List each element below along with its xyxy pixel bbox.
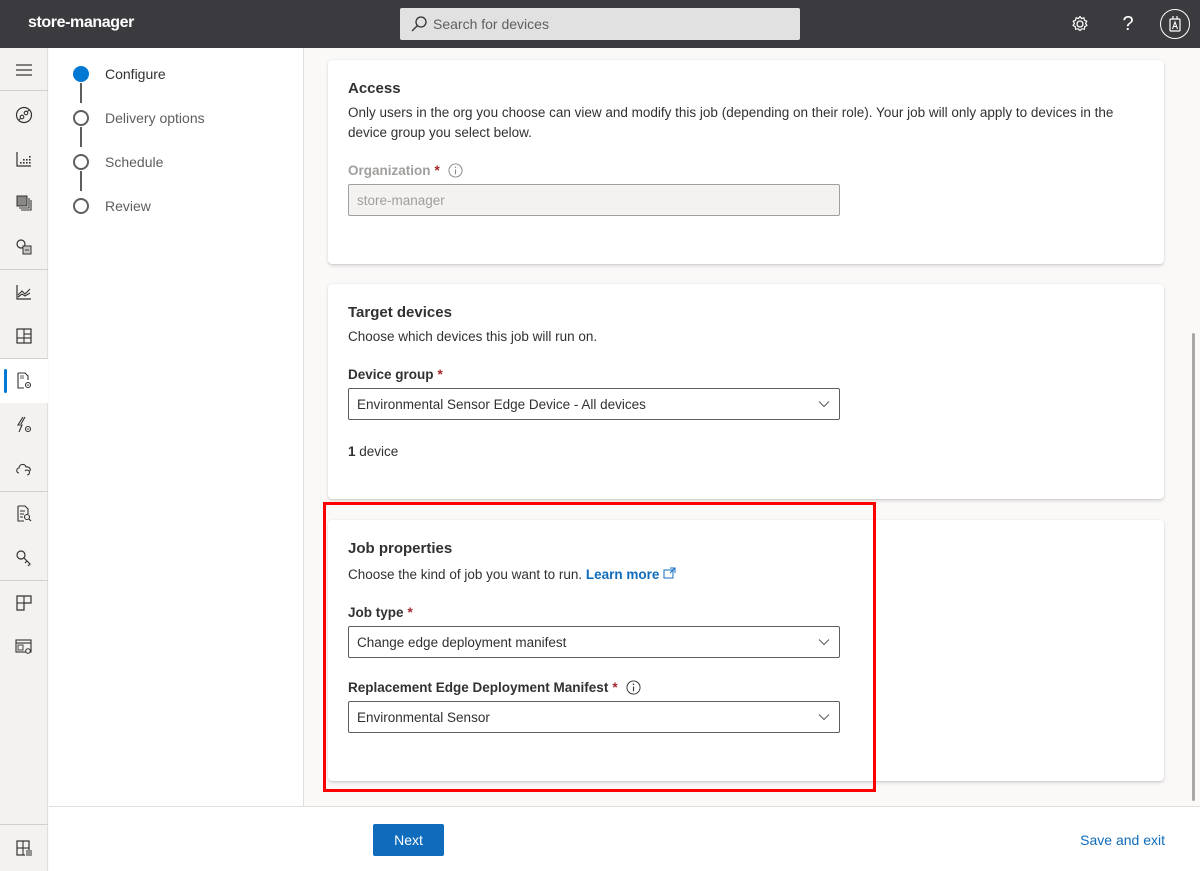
customization-icon[interactable] bbox=[0, 625, 48, 669]
search-icon bbox=[411, 16, 427, 32]
nav-rail bbox=[0, 48, 48, 871]
wizard-steps: Configure Delivery options Schedule Revi… bbox=[49, 48, 304, 806]
step-connector bbox=[80, 171, 82, 191]
info-icon[interactable] bbox=[626, 680, 641, 695]
app-title[interactable]: store-manager bbox=[28, 14, 134, 32]
step-connector bbox=[80, 127, 82, 147]
device-group-label: Device group * bbox=[348, 367, 443, 382]
save-and-exit-link[interactable]: Save and exit bbox=[1080, 832, 1165, 848]
required-mark: * bbox=[612, 680, 618, 695]
step-dot-icon bbox=[73, 198, 89, 214]
user-badge-icon[interactable] bbox=[1160, 9, 1190, 39]
step-connector bbox=[80, 83, 82, 103]
step-label: Configure bbox=[105, 66, 166, 82]
audit-logs-icon[interactable] bbox=[0, 492, 48, 536]
job-properties-card: Job properties Choose the kind of job yo… bbox=[328, 520, 1164, 781]
chevron-down-icon bbox=[818, 714, 830, 721]
external-link-icon bbox=[663, 567, 676, 579]
permissions-icon[interactable] bbox=[0, 536, 48, 580]
learn-more-link[interactable]: Learn more bbox=[586, 567, 660, 582]
target-devices-title: Target devices bbox=[348, 304, 452, 321]
target-devices-card: Target devices Choose which devices this… bbox=[328, 284, 1164, 499]
devices-icon[interactable] bbox=[0, 137, 48, 181]
device-templates-icon[interactable] bbox=[0, 225, 48, 269]
step-dot-icon bbox=[73, 110, 89, 126]
footer: Next Save and exit bbox=[49, 806, 1200, 871]
organization-label: Organization * bbox=[348, 163, 1144, 178]
step-label: Delivery options bbox=[105, 110, 205, 126]
access-description: Only users in the org you choose can vie… bbox=[348, 105, 1114, 140]
jobs-icon[interactable] bbox=[0, 359, 48, 403]
next-button[interactable]: Next bbox=[373, 824, 444, 856]
manifest-value: Environmental Sensor bbox=[357, 709, 490, 725]
step-dot-icon bbox=[73, 154, 89, 170]
device-count: 1 device bbox=[348, 444, 399, 459]
search-box[interactable] bbox=[400, 8, 800, 40]
job-type-dropdown[interactable]: Change edge deployment manifest bbox=[348, 626, 840, 658]
help-icon[interactable]: ? bbox=[1116, 12, 1140, 36]
rail-divider bbox=[0, 90, 48, 91]
scrollbar[interactable] bbox=[1192, 333, 1195, 801]
home-apps-icon[interactable] bbox=[0, 826, 48, 870]
job-type-value: Change edge deployment manifest bbox=[357, 634, 567, 650]
dashboards-icon[interactable] bbox=[0, 314, 48, 358]
access-card: Access Only users in the org you choose … bbox=[328, 60, 1164, 264]
device-group-value: Environmental Sensor Edge Device - All d… bbox=[357, 396, 646, 412]
target-devices-description: Choose which devices this job will run o… bbox=[348, 329, 598, 344]
chart-icon[interactable] bbox=[0, 270, 48, 314]
job-properties-description: Choose the kind of job you want to run. … bbox=[348, 565, 1144, 585]
step-configure[interactable]: Configure bbox=[73, 66, 166, 82]
top-bar: store-manager ? bbox=[0, 0, 1200, 48]
data-export-icon[interactable] bbox=[0, 447, 48, 491]
access-title: Access bbox=[348, 80, 401, 97]
application-icon[interactable] bbox=[0, 581, 48, 625]
rules-icon[interactable] bbox=[0, 403, 48, 447]
search-input[interactable] bbox=[433, 16, 773, 32]
manifest-label: Replacement Edge Deployment Manifest * bbox=[348, 680, 1144, 695]
step-active-dot-icon bbox=[73, 66, 89, 82]
required-mark: * bbox=[437, 367, 443, 382]
step-label: Schedule bbox=[105, 154, 164, 170]
job-type-label: Job type * bbox=[348, 605, 413, 620]
manifest-dropdown[interactable]: Environmental Sensor bbox=[348, 701, 840, 733]
required-mark: * bbox=[434, 163, 440, 178]
info-icon[interactable] bbox=[448, 163, 463, 178]
step-label: Review bbox=[105, 198, 151, 214]
step-review[interactable]: Review bbox=[73, 198, 151, 214]
device-group-dropdown[interactable]: Environmental Sensor Edge Device - All d… bbox=[348, 388, 840, 420]
device-groups-icon[interactable] bbox=[0, 181, 48, 225]
step-delivery-options[interactable]: Delivery options bbox=[73, 110, 205, 126]
dashboard-icon[interactable] bbox=[0, 93, 48, 137]
settings-icon[interactable] bbox=[1068, 12, 1092, 36]
step-schedule[interactable]: Schedule bbox=[73, 154, 163, 170]
chevron-down-icon bbox=[818, 639, 830, 646]
hamburger-icon[interactable] bbox=[0, 48, 48, 92]
required-mark: * bbox=[407, 605, 413, 620]
chevron-down-icon bbox=[818, 401, 830, 408]
job-properties-title: Job properties bbox=[348, 540, 453, 557]
organization-field[interactable]: store-manager bbox=[348, 184, 840, 216]
rail-divider bbox=[0, 824, 48, 825]
main-content: Access Only users in the org you choose … bbox=[305, 48, 1200, 806]
